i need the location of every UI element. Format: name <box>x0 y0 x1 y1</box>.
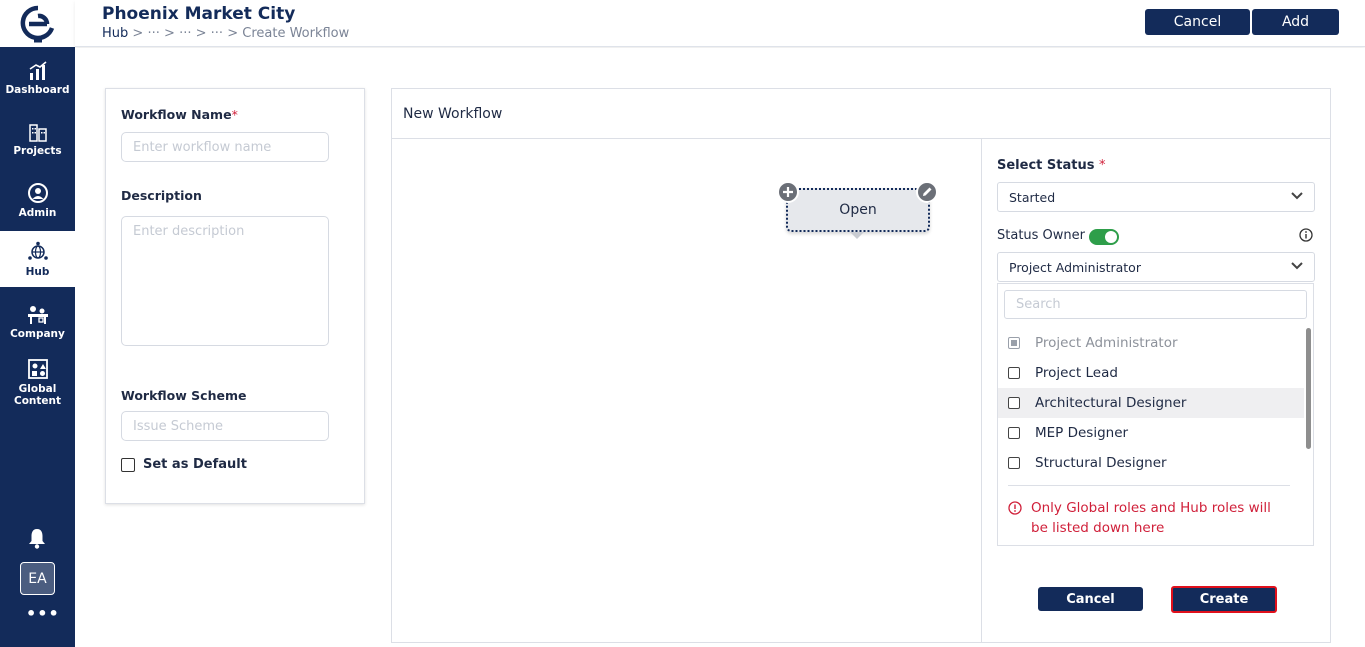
description-textarea[interactable] <box>121 216 329 346</box>
info-icon[interactable] <box>1299 228 1313 242</box>
owner-select[interactable]: Project Administrator <box>997 252 1315 282</box>
sidebar-item-label: Dashboard <box>5 83 70 96</box>
required-mark: * <box>1099 158 1106 173</box>
owner-option[interactable]: MEP Designer <box>998 418 1304 448</box>
roles-warning-text: Only Global roles and Hub roles will be … <box>1031 500 1271 536</box>
status-select-value: Started <box>1009 189 1056 205</box>
sidebar-item-label: Global Content <box>13 382 62 407</box>
sidebar-item-label: Company <box>10 327 65 340</box>
workflow-scheme-label: Workflow Scheme <box>121 388 247 403</box>
breadcrumb-separator: > <box>132 26 144 41</box>
node-pointer <box>850 232 864 239</box>
option-label: Structural Designer <box>1035 455 1167 471</box>
option-checkbox[interactable] <box>1008 397 1020 409</box>
required-mark: * <box>231 107 238 122</box>
workflow-panel-title: New Workflow <box>403 106 503 122</box>
top-header: Phoenix Market City Hub > ··· > ··· > ··… <box>75 0 1365 47</box>
workflow-name-label: Workflow Name* <box>121 107 238 122</box>
globe-network-icon <box>27 241 48 260</box>
status-select[interactable]: Started <box>997 182 1315 212</box>
chart-icon <box>29 60 47 80</box>
workflow-name-label-text: Workflow Name <box>121 107 232 122</box>
owner-select-value: Project Administrator <box>1009 259 1141 275</box>
header-cancel-button[interactable]: Cancel <box>1145 9 1250 35</box>
page-title: Phoenix Market City <box>102 4 296 24</box>
breadcrumb: Hub > ··· > ··· > ··· > Create Workflow <box>102 26 349 41</box>
sidebar-item-label: Hub <box>25 265 50 278</box>
option-checkbox[interactable] <box>1008 457 1020 469</box>
bell-icon <box>29 529 45 549</box>
breadcrumb-ellipsis[interactable]: ··· <box>179 26 191 41</box>
more-icon[interactable]: ••• <box>26 604 60 623</box>
shapes-icon <box>27 358 48 379</box>
workflow-scheme-input[interactable] <box>121 411 329 441</box>
owner-option[interactable]: Architectural Designer <box>998 388 1304 418</box>
set-default-checkbox[interactable] <box>121 457 135 472</box>
status-node-open[interactable]: Open <box>786 188 930 232</box>
app-logo[interactable] <box>0 0 75 47</box>
logo-icon <box>20 5 54 42</box>
status-owner-label: Status Owner <box>997 228 1086 243</box>
chevron-down-icon <box>1291 192 1303 200</box>
sidebar-item-dashboard[interactable]: Dashboard <box>0 50 75 106</box>
breadcrumb-ellipsis[interactable]: ··· <box>211 26 223 41</box>
notifications-button[interactable] <box>27 527 47 553</box>
status-owner-toggle[interactable] <box>1089 229 1119 245</box>
sidebar-item-admin[interactable]: Admin <box>0 172 75 228</box>
pencil-icon <box>923 187 932 196</box>
breadcrumb-ellipsis[interactable]: ··· <box>147 26 159 41</box>
sidebar-item-label: Admin <box>18 206 57 219</box>
owner-option[interactable]: Project Administrator <box>998 328 1304 358</box>
option-label: Architectural Designer <box>1035 395 1187 411</box>
sidebar: Dashboard Projects Admin Hub Company Glo… <box>0 0 75 647</box>
description-label: Description <box>121 188 202 203</box>
set-default-row[interactable]: Set as Default <box>121 457 247 472</box>
status-cancel-button[interactable]: Cancel <box>1038 587 1143 611</box>
workflow-canvas[interactable]: Open <box>392 139 981 642</box>
plus-icon <box>783 187 793 197</box>
owner-option[interactable]: Structural Designer <box>998 448 1304 478</box>
add-transition-button[interactable] <box>777 181 799 203</box>
sidebar-item-hub[interactable]: Hub <box>0 231 75 287</box>
owner-option[interactable]: Project Lead <box>998 358 1304 388</box>
select-status-label: Select Status * <box>997 158 1106 173</box>
chevron-down-icon <box>1291 262 1303 270</box>
sidebar-item-projects[interactable]: Projects <box>0 111 75 167</box>
workflow-name-input[interactable] <box>121 132 329 162</box>
sidebar-item-label: Projects <box>13 144 62 157</box>
breadcrumb-separator: > <box>164 26 175 41</box>
option-checkbox[interactable] <box>1008 427 1020 439</box>
status-create-button[interactable]: Create <box>1171 586 1277 613</box>
header-add-button[interactable]: Add <box>1252 9 1339 35</box>
option-checkbox[interactable] <box>1008 337 1020 349</box>
office-icon <box>27 305 48 324</box>
select-status-label-text: Select Status <box>997 158 1095 173</box>
owner-search-input[interactable] <box>1004 290 1307 319</box>
divider <box>1008 485 1290 486</box>
roles-warning: Only Global roles and Hub roles will be … <box>1008 498 1281 538</box>
option-label: MEP Designer <box>1035 425 1129 441</box>
breadcrumb-separator: > <box>195 26 207 41</box>
option-checkbox[interactable] <box>1008 367 1020 379</box>
breadcrumb-current: Create Workflow <box>242 26 350 41</box>
sidebar-item-company[interactable]: Company <box>0 294 75 350</box>
option-label: Project Administrator <box>1035 335 1178 351</box>
edit-node-button[interactable] <box>916 181 938 203</box>
option-label: Project Lead <box>1035 365 1118 381</box>
workflow-form-panel: Workflow Name* Description Workflow Sche… <box>105 88 365 504</box>
user-gear-icon <box>27 182 48 203</box>
breadcrumb-separator: > <box>227 26 239 41</box>
avatar[interactable]: EA <box>20 562 55 595</box>
breadcrumb-hub[interactable]: Hub <box>102 26 128 41</box>
sidebar-item-global-content[interactable]: Global Content <box>0 352 75 412</box>
status-node-label: Open <box>839 202 877 218</box>
workflow-panel: New Workflow Open Select Status * Starte… <box>391 88 1331 643</box>
set-default-label: Set as Default <box>143 457 247 472</box>
buildings-icon <box>28 123 47 142</box>
alert-circle-icon <box>1008 501 1022 515</box>
owner-dropdown: Project Administrator Project Lead Archi… <box>997 283 1314 546</box>
status-settings-panel: Select Status * Started Status Owner Pro… <box>981 139 1330 642</box>
dropdown-scrollbar[interactable] <box>1306 328 1311 449</box>
